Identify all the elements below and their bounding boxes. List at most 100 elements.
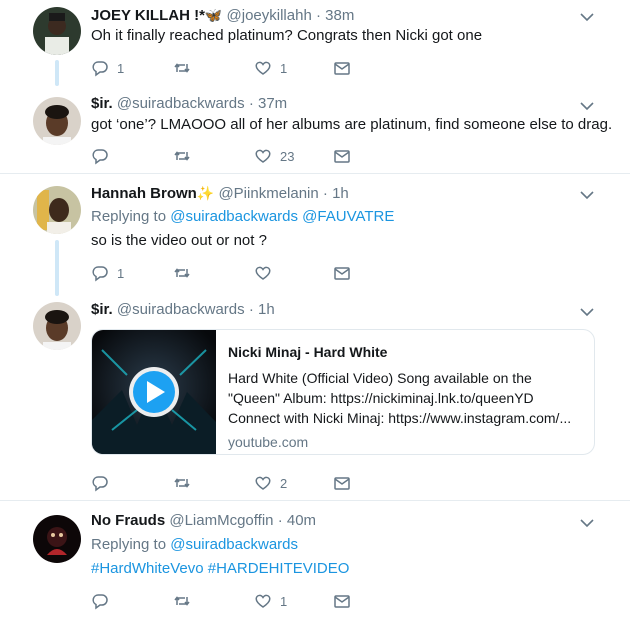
- reply-button[interactable]: 1: [91, 58, 124, 78]
- user-handle[interactable]: @suiradbackwards: [117, 95, 245, 112]
- tweet-actions: 1: [91, 591, 391, 611]
- replying-to: Replying to @suiradbackwards @FAUVATRE: [91, 208, 395, 225]
- chevron-down-icon[interactable]: [580, 307, 594, 317]
- timestamp[interactable]: 40m: [287, 512, 316, 529]
- retweet-icon: [174, 478, 190, 488]
- tweet-text: got ‘one’? LMAOOO all of her albums are …: [91, 116, 613, 133]
- retweet-icon: [174, 268, 190, 278]
- retweet-icon: [174, 63, 190, 73]
- like-button[interactable]: 23: [254, 146, 294, 166]
- tweet-text: Oh it finally reached platinum? Congrats…: [91, 27, 483, 44]
- reply-button[interactable]: [91, 591, 109, 611]
- user-handle[interactable]: @joeykillahh: [227, 7, 312, 24]
- reply-icon: [92, 266, 108, 282]
- reply-icon: [92, 61, 108, 77]
- reply-count: 1: [117, 60, 125, 76]
- dm-icon: [334, 150, 350, 163]
- card-description: Hard White (Official Video) Song availab…: [228, 370, 572, 426]
- like-count: 1: [280, 593, 288, 609]
- direct-message-button[interactable]: [333, 146, 351, 166]
- display-name[interactable]: $ir.: [91, 95, 113, 112]
- butterfly-emoji: 🦋: [204, 7, 223, 23]
- tweet[interactable]: No Frauds @LiamMcgoffin · 40m Replying t…: [0, 501, 630, 619]
- display-name[interactable]: $ir.: [91, 301, 113, 318]
- timestamp[interactable]: 37m: [258, 95, 287, 112]
- card-text: Nicki Minaj - Hard White Hard White (Off…: [228, 342, 583, 452]
- user-handle[interactable]: @suiradbackwards: [117, 301, 245, 318]
- user-handle[interactable]: @Piinkmelanin: [218, 185, 318, 202]
- tweet-actions: 1 1: [91, 58, 391, 78]
- avatar[interactable]: [33, 186, 81, 234]
- display-name[interactable]: Hannah Brown: [91, 185, 197, 202]
- tweet[interactable]: Hannah Brown✨ @Piinkmelanin · 1h Replyin…: [0, 174, 630, 296]
- card-domain: youtube.com: [228, 434, 309, 450]
- like-count: 23: [280, 148, 295, 164]
- like-button[interactable]: 1: [254, 58, 287, 78]
- retweet-button[interactable]: [173, 591, 191, 611]
- like-icon: [255, 476, 271, 490]
- mentioned-users[interactable]: @suiradbackwards: [170, 536, 298, 553]
- tweet-header: No Frauds @LiamMcgoffin · 40m: [91, 512, 317, 529]
- dm-icon: [334, 267, 350, 280]
- chevron-down-icon[interactable]: [580, 190, 594, 200]
- tweet[interactable]: $ir. @suiradbackwards · 37m got ‘one’? L…: [0, 85, 630, 173]
- thread-line: [55, 240, 59, 296]
- retweet-icon: [174, 596, 190, 606]
- mentioned-users[interactable]: @suiradbackwards @FAUVATRE: [170, 208, 394, 225]
- avatar[interactable]: [33, 302, 81, 350]
- direct-message-button[interactable]: [333, 263, 351, 283]
- tweet-header: JOEY KILLAH !*🦋 @joeykillahh · 38m: [91, 7, 355, 24]
- avatar[interactable]: [33, 7, 81, 55]
- direct-message-button[interactable]: [333, 591, 351, 611]
- chevron-down-icon[interactable]: [580, 518, 594, 528]
- chevron-down-icon[interactable]: [580, 12, 594, 22]
- sparkles-emoji: ✨: [196, 185, 215, 201]
- reply-button[interactable]: [91, 473, 109, 493]
- link-preview-card[interactable]: Nicki Minaj - Hard White Hard White (Off…: [91, 329, 595, 455]
- dm-icon: [334, 477, 350, 490]
- chevron-down-icon[interactable]: [580, 101, 594, 111]
- retweet-button[interactable]: [173, 263, 191, 283]
- retweet-icon: [174, 151, 190, 161]
- display-name[interactable]: JOEY KILLAH !*: [91, 7, 205, 24]
- reply-icon: [92, 594, 108, 610]
- avatar[interactable]: [33, 515, 81, 563]
- user-handle[interactable]: @LiamMcgoffin: [169, 512, 273, 529]
- reply-button[interactable]: [91, 146, 109, 166]
- timestamp[interactable]: 1h: [332, 185, 349, 202]
- retweet-button[interactable]: [173, 473, 191, 493]
- tweet-text: so is the video out or not ?: [91, 232, 267, 249]
- tweet-actions: 2: [91, 473, 391, 493]
- tweet-header: $ir. @suiradbackwards · 37m: [91, 95, 288, 112]
- hashtags[interactable]: #HardWhiteVevo #HARDEHITEVIDEO: [91, 559, 349, 579]
- video-thumbnail[interactable]: [92, 330, 216, 454]
- dm-icon: [334, 62, 350, 75]
- card-title: Nicki Minaj - Hard White: [228, 344, 388, 360]
- avatar[interactable]: [33, 97, 81, 145]
- tweet-actions: 23: [91, 146, 391, 166]
- tweet-actions: 1: [91, 263, 391, 283]
- like-button[interactable]: 1: [254, 591, 287, 611]
- thread-line: [55, 60, 59, 86]
- direct-message-button[interactable]: [333, 473, 351, 493]
- retweet-button[interactable]: [173, 146, 191, 166]
- tweet[interactable]: JOEY KILLAH !*🦋 @joeykillahh · 38m Oh it…: [0, 0, 630, 86]
- direct-message-button[interactable]: [333, 58, 351, 78]
- reply-button[interactable]: 1: [91, 263, 124, 283]
- reply-count: 1: [117, 265, 125, 281]
- like-count: 1: [280, 60, 288, 76]
- reply-icon: [92, 476, 108, 492]
- retweet-button[interactable]: [173, 58, 191, 78]
- like-icon: [255, 266, 271, 280]
- timestamp[interactable]: 38m: [325, 7, 354, 24]
- like-count: 2: [280, 475, 288, 491]
- dm-icon: [334, 595, 350, 608]
- replying-to: Replying to @suiradbackwards: [91, 536, 298, 553]
- tweet-header: Hannah Brown✨ @Piinkmelanin · 1h: [91, 185, 349, 202]
- display-name[interactable]: No Frauds: [91, 512, 165, 529]
- like-icon: [255, 594, 271, 608]
- like-icon: [255, 61, 271, 75]
- like-button[interactable]: 2: [254, 473, 287, 493]
- timestamp[interactable]: 1h: [258, 301, 275, 318]
- like-button[interactable]: [254, 263, 272, 283]
